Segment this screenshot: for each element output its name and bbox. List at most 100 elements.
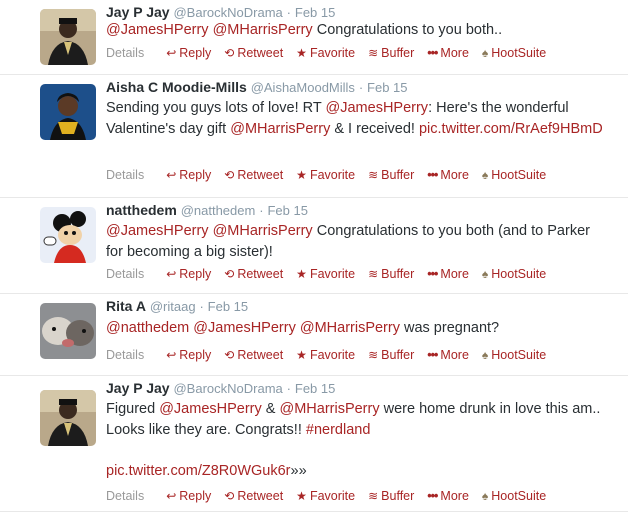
tweet-header: natthedem @natthedem · Feb 15 [106, 202, 308, 218]
tweet-text: @natthedem @JamesHPerry @MHarrisPerry wa… [106, 318, 606, 339]
tweet-date[interactable]: Feb 15 [208, 299, 248, 314]
more-label: More [440, 489, 469, 503]
buffer-label: Buffer [381, 267, 415, 281]
tweet-text-segment: & [261, 401, 280, 417]
favorite-button[interactable]: ★ Favorite [296, 348, 355, 362]
star-icon: ★ [296, 489, 307, 503]
mention-link[interactable]: @JamesHPerry [326, 100, 429, 116]
more-button[interactable]: ••• More [427, 168, 469, 182]
tweet-date[interactable]: Feb 15 [295, 5, 335, 20]
retweet-button[interactable]: ⟲ Retweet [224, 46, 283, 60]
tweet-date[interactable]: Feb 15 [267, 203, 307, 218]
reply-button[interactable]: ↩ Reply [166, 348, 211, 362]
separator-dot: · [259, 203, 264, 218]
author-name[interactable]: Rita A [106, 298, 146, 314]
more-button[interactable]: ••• More [427, 267, 469, 281]
tweet-date[interactable]: Feb 15 [367, 80, 407, 95]
buffer-button[interactable]: ≋ Buffer [368, 168, 414, 182]
tweet-text-segment: Figured [106, 401, 160, 417]
details-link[interactable]: Details [106, 46, 144, 60]
favorite-button[interactable]: ★ Favorite [296, 46, 355, 60]
retweet-button[interactable]: ⟲ Retweet [224, 348, 283, 362]
hootsuite-button[interactable]: ♠ HootSuite [482, 267, 546, 281]
retweet-button[interactable]: ⟲ Retweet [224, 489, 283, 503]
tweet-header: Jay P Jay @BarockNoDrama · Feb 15 [106, 4, 335, 20]
reply-button[interactable]: ↩ Reply [166, 267, 211, 281]
reply-icon: ↩ [166, 267, 177, 281]
author-name[interactable]: Aisha C Moodie-Mills [106, 79, 247, 95]
favorite-button[interactable]: ★ Favorite [296, 168, 355, 182]
tweet-text: @JamesHPerry @MHarrisPerry Congratulatio… [106, 221, 606, 262]
reply-button[interactable]: ↩ Reply [166, 168, 211, 182]
buffer-button[interactable]: ≋ Buffer [368, 267, 414, 281]
separator-dot: · [199, 299, 204, 314]
retweet-button[interactable]: ⟲ Retweet [224, 168, 283, 182]
details-link[interactable]: Details [106, 168, 144, 182]
hootsuite-button[interactable]: ♠ HootSuite [482, 348, 546, 362]
retweet-button[interactable]: ⟲ Retweet [224, 267, 283, 281]
author-handle[interactable]: @ritaag [150, 299, 196, 314]
tweet-actions: Details ↩ Reply ⟲ Retweet ★ Favorite ≋ Buffer •••… [106, 267, 559, 281]
mention-link[interactable]: @MHarrisPerry [300, 320, 400, 336]
tweet-text: @JamesHPerry @MHarrisPerry Congratulatio… [106, 20, 606, 41]
owl-icon: ♠ [481, 267, 489, 281]
reply-icon: ↩ [166, 46, 177, 60]
reply-button[interactable]: ↩ Reply [166, 46, 211, 60]
reply-label: Reply [179, 489, 212, 503]
author-name[interactable]: Jay P Jay [106, 4, 170, 20]
more-button[interactable]: ••• More [427, 489, 469, 503]
tweet-date[interactable]: Feb 15 [295, 381, 335, 396]
avatar[interactable] [40, 9, 96, 65]
separator-dot: · [286, 381, 291, 396]
avatar[interactable] [40, 303, 96, 359]
author-name[interactable]: natthedem [106, 202, 177, 218]
author-handle[interactable]: @BarockNoDrama [173, 5, 282, 20]
pic-link[interactable]: pic.twitter.com/RrAef9HBmD [419, 121, 603, 137]
mention-link[interactable]: @MHarrisPerry [213, 22, 313, 38]
mention-link[interactable]: @MHarrisPerry [230, 121, 330, 137]
mention-link[interactable]: @JamesHPerry [106, 223, 209, 239]
buffer-label: Buffer [381, 46, 415, 60]
tweet-text-segment: was pregnant? [399, 320, 500, 336]
author-handle[interactable]: @BarockNoDrama [173, 381, 282, 396]
details-link[interactable]: Details [106, 348, 144, 362]
hootsuite-button[interactable]: ♠ HootSuite [482, 168, 546, 182]
buffer-button[interactable]: ≋ Buffer [368, 46, 414, 60]
author-handle[interactable]: @AishaMoodMills [251, 80, 355, 95]
author-handle[interactable]: @natthedem [181, 203, 256, 218]
hootsuite-button[interactable]: ♠ HootSuite [482, 489, 546, 503]
avatar[interactable] [40, 84, 96, 140]
buffer-icon: ≋ [368, 267, 379, 281]
avatar[interactable] [40, 390, 96, 446]
details-link[interactable]: Details [106, 267, 144, 281]
retweet-icon: ⟲ [224, 348, 235, 362]
mention-link[interactable]: @MHarrisPerry [213, 223, 313, 239]
reply-button[interactable]: ↩ Reply [166, 489, 211, 503]
retweet-icon: ⟲ [224, 168, 235, 182]
reply-label: Reply [179, 168, 212, 182]
buffer-icon: ≋ [368, 168, 379, 182]
reply-label: Reply [179, 348, 212, 362]
more-button[interactable]: ••• More [427, 348, 469, 362]
buffer-button[interactable]: ≋ Buffer [368, 489, 414, 503]
favorite-button[interactable]: ★ Favorite [296, 267, 355, 281]
mention-link[interactable]: @MHarrisPerry [279, 401, 379, 417]
reply-label: Reply [179, 46, 212, 60]
more-button[interactable]: ••• More [427, 46, 469, 60]
favorite-button[interactable]: ★ Favorite [296, 489, 355, 503]
buffer-button[interactable]: ≋ Buffer [368, 348, 414, 362]
mention-link[interactable]: #nerdland [306, 422, 371, 438]
mention-link[interactable]: @JamesHPerry [106, 22, 209, 38]
hootsuite-button[interactable]: ♠ HootSuite [482, 46, 546, 60]
mention-link[interactable]: @JamesHPerry [159, 401, 262, 417]
buffer-icon: ≋ [368, 489, 379, 503]
mention-link[interactable]: @JamesHPerry [193, 320, 296, 336]
star-icon: ★ [296, 168, 307, 182]
more-icon: ••• [427, 168, 438, 182]
pic-link[interactable]: pic.twitter.com/Z8R0WGuk6r [106, 463, 291, 479]
details-link[interactable]: Details [106, 489, 144, 503]
author-name[interactable]: Jay P Jay [106, 380, 170, 396]
mention-link[interactable]: @natthedem [106, 320, 189, 336]
retweet-label: Retweet [237, 168, 284, 182]
avatar[interactable] [40, 207, 96, 263]
